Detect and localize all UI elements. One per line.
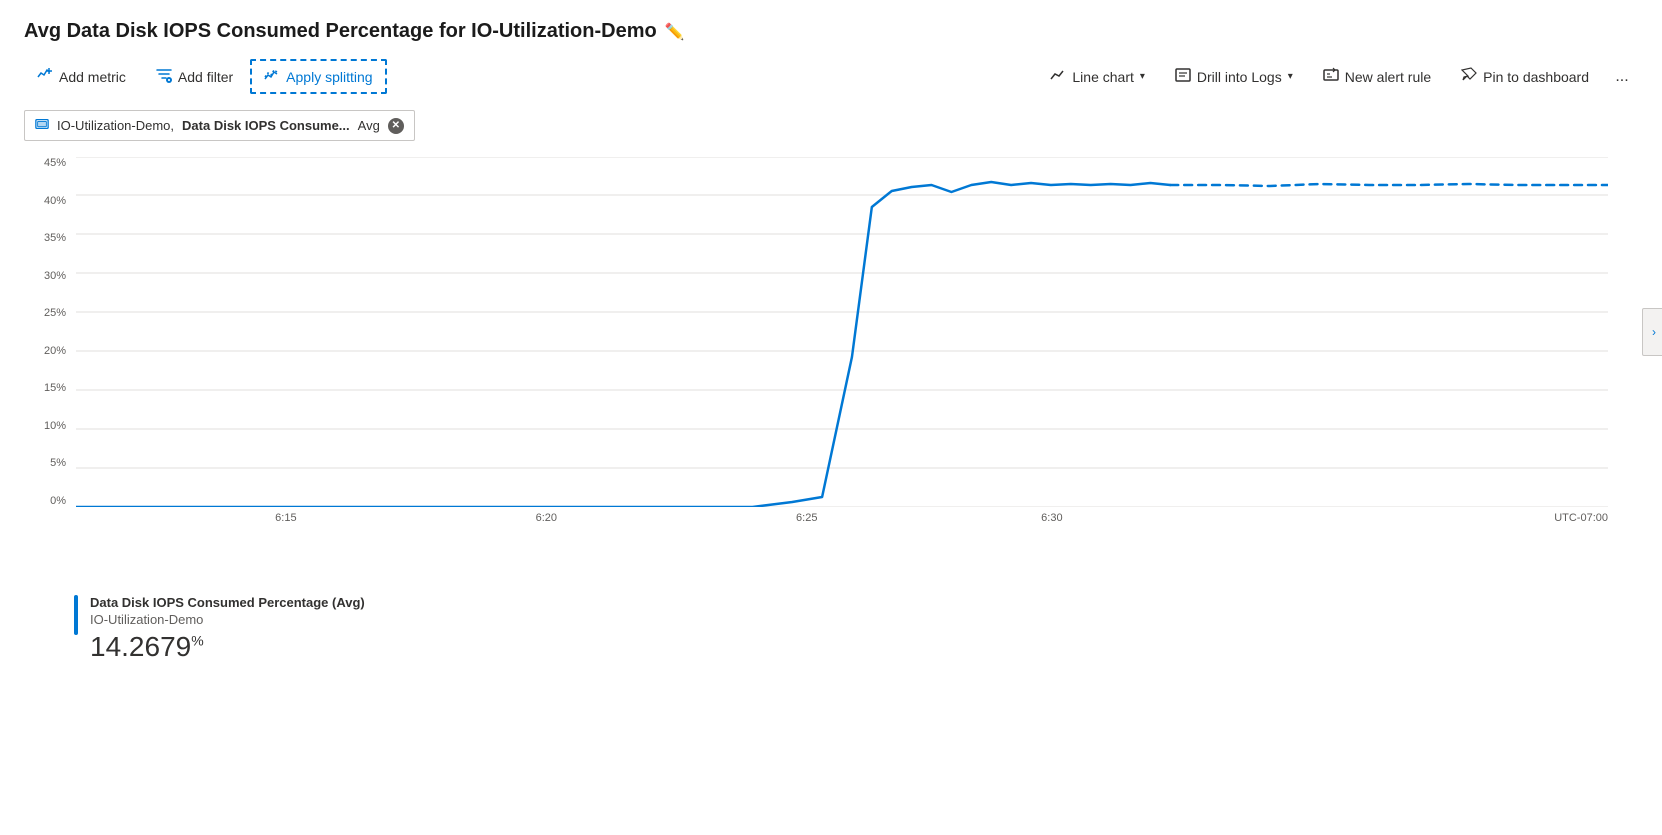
remove-metric-tag-button[interactable]: ✕ — [388, 118, 404, 134]
vm-icon — [35, 117, 49, 134]
add-metric-icon — [37, 67, 53, 86]
y-label-45: 45% — [44, 157, 66, 169]
edit-title-icon[interactable]: ✏️ — [665, 22, 685, 42]
y-label-40: 40% — [44, 195, 66, 207]
page-title: Avg Data Disk IOPS Consumed Percentage f… — [24, 20, 1638, 43]
x-label-625: 6:25 — [796, 512, 817, 524]
line-chart-button[interactable]: Line chart ▾ — [1037, 60, 1158, 93]
y-label-10: 10% — [44, 420, 66, 432]
drill-into-logs-button[interactable]: Drill into Logs ▾ — [1162, 60, 1306, 93]
new-alert-rule-label: New alert rule — [1345, 69, 1431, 85]
expand-chart-button[interactable]: › — [1642, 308, 1662, 356]
metric-tag-aggregation: Avg — [358, 118, 380, 133]
add-filter-label: Add filter — [178, 69, 233, 85]
x-label-630: 6:30 — [1041, 512, 1062, 524]
legend-color-indicator — [74, 595, 78, 635]
legend-value: 14.2679% — [90, 631, 365, 663]
legend: Data Disk IOPS Consumed Percentage (Avg)… — [74, 595, 1638, 663]
new-alert-rule-button[interactable]: New alert rule — [1310, 60, 1444, 93]
drill-into-logs-icon — [1175, 67, 1191, 86]
y-label-15: 15% — [44, 382, 66, 394]
line-chart-chevron: ▾ — [1140, 71, 1145, 82]
chart-container: 0% 5% 10% 15% 20% 25% 30% 35% 40% 45% — [24, 157, 1638, 587]
pin-to-dashboard-label: Pin to dashboard — [1483, 69, 1589, 85]
pin-to-dashboard-icon — [1461, 67, 1477, 86]
add-metric-button[interactable]: Add metric — [24, 60, 139, 93]
add-metric-label: Add metric — [59, 69, 126, 85]
utc-label: UTC-07:00 — [1554, 512, 1608, 524]
metric-tag-vm-name: IO-Utilization-Demo, — [57, 118, 174, 133]
line-chart-icon — [1050, 67, 1066, 86]
apply-splitting-button[interactable]: Apply splitting — [250, 59, 386, 94]
y-label-5: 5% — [50, 457, 66, 469]
more-options-button[interactable]: ... — [1606, 61, 1638, 93]
y-label-35: 35% — [44, 232, 66, 244]
chart-line — [76, 157, 1608, 507]
title-text: Avg Data Disk IOPS Consumed Percentage f… — [24, 20, 657, 43]
add-filter-button[interactable]: Add filter — [143, 60, 246, 93]
more-options-label: ... — [1615, 68, 1628, 86]
metric-tag-metric-name: Data Disk IOPS Consume... — [182, 118, 350, 133]
apply-splitting-icon — [264, 67, 280, 86]
line-chart-label: Line chart — [1072, 69, 1133, 85]
y-label-25: 25% — [44, 307, 66, 319]
apply-splitting-label: Apply splitting — [286, 69, 372, 85]
metric-tag: IO-Utilization-Demo, Data Disk IOPS Cons… — [24, 110, 415, 141]
pin-to-dashboard-button[interactable]: Pin to dashboard — [1448, 60, 1602, 93]
legend-unit: % — [191, 633, 203, 649]
y-label-30: 30% — [44, 270, 66, 282]
drill-into-logs-chevron: ▾ — [1288, 71, 1293, 82]
y-label-0: 0% — [50, 495, 66, 507]
x-label-620: 6:20 — [536, 512, 557, 524]
legend-subtitle: IO-Utilization-Demo — [90, 612, 365, 627]
add-filter-icon — [156, 67, 172, 86]
y-label-20: 20% — [44, 345, 66, 357]
toolbar: Add metric Add filter Apply splitting — [24, 59, 1638, 94]
legend-title: Data Disk IOPS Consumed Percentage (Avg) — [90, 595, 365, 610]
x-label-615: 6:15 — [275, 512, 296, 524]
drill-into-logs-label: Drill into Logs — [1197, 69, 1282, 85]
new-alert-rule-icon — [1323, 67, 1339, 86]
